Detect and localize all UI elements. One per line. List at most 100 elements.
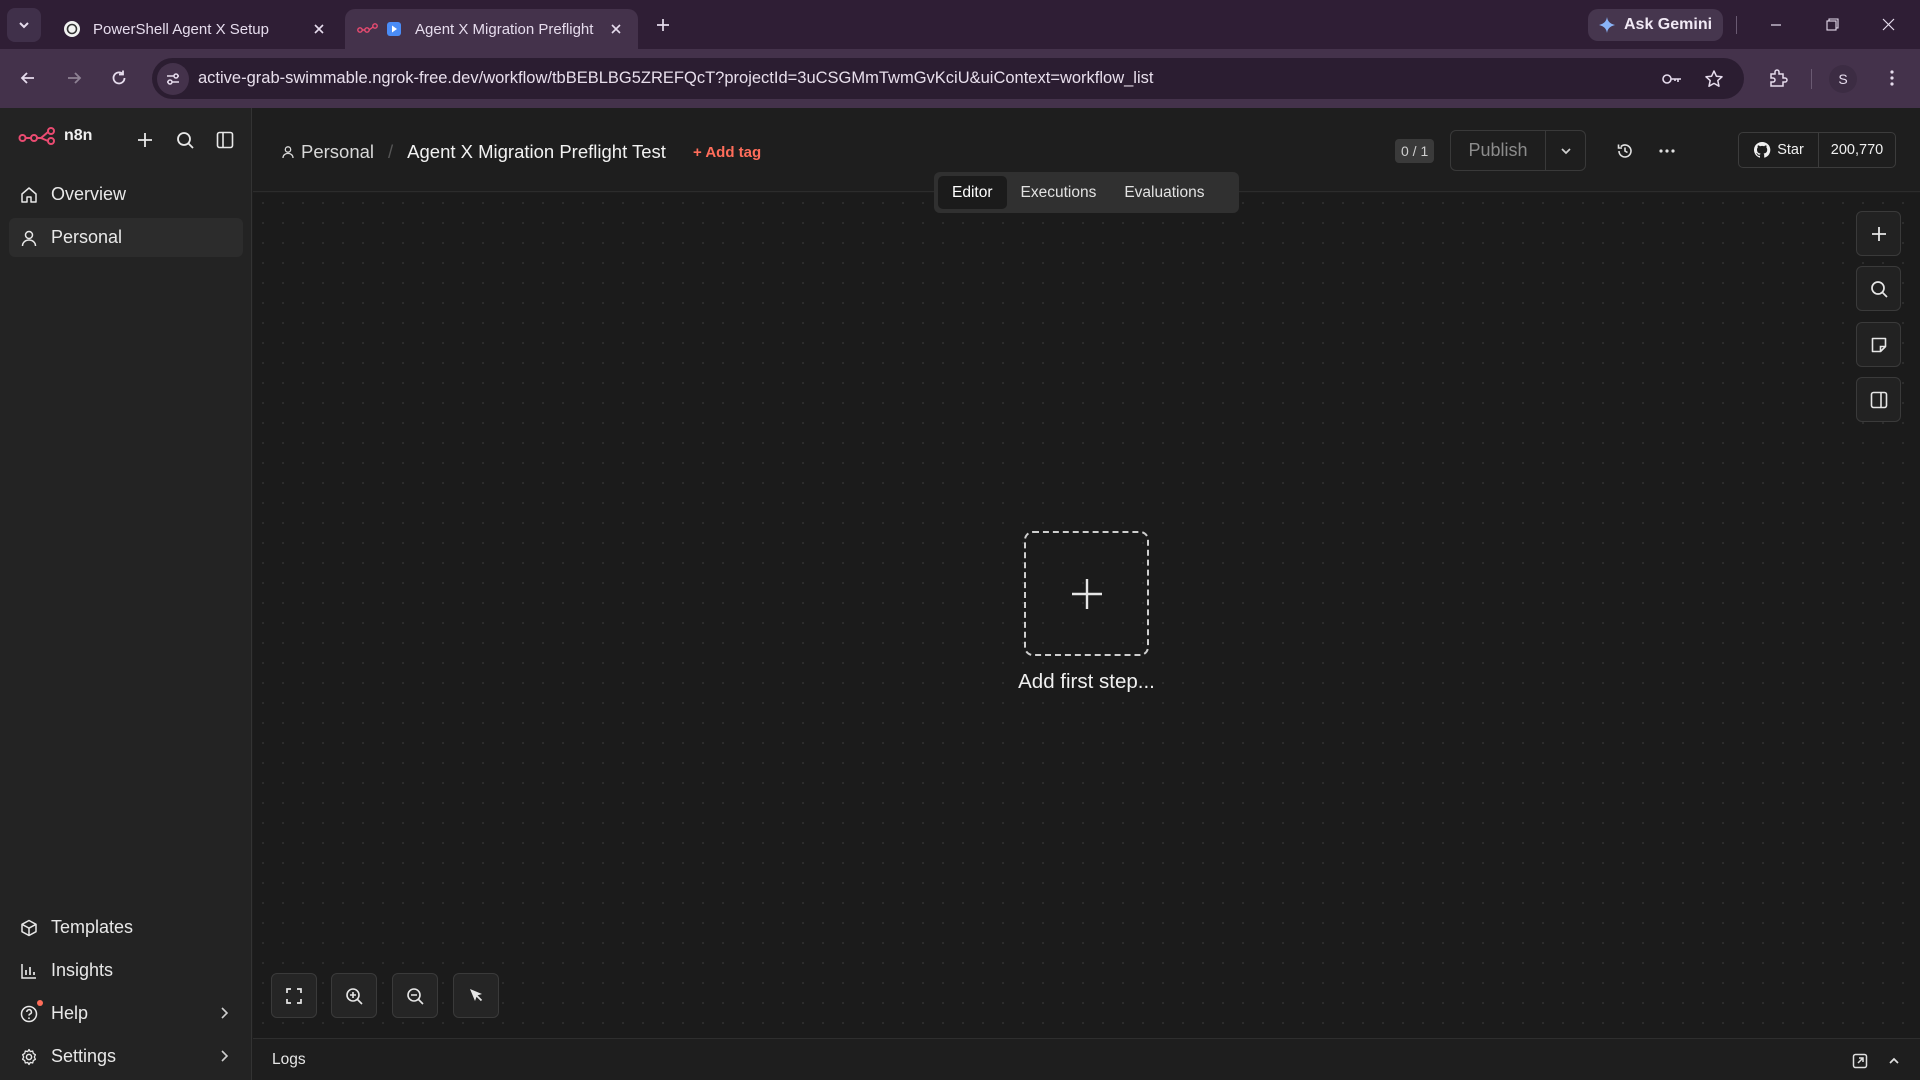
- tab-evaluations[interactable]: Evaluations: [1110, 176, 1218, 209]
- restore-icon: [1825, 18, 1839, 31]
- view-tab-switch: Editor Executions Evaluations: [934, 172, 1239, 213]
- open-nodes-panel-button[interactable]: [1856, 211, 1901, 256]
- sidebar-item-personal[interactable]: Personal: [9, 218, 243, 257]
- chevron-down-icon: [19, 21, 29, 28]
- search-icon: [177, 132, 194, 149]
- user-icon: [282, 146, 294, 159]
- url-text[interactable]: active-grab-swimmable.ngrok-free.dev/wor…: [198, 69, 1548, 88]
- profile-avatar[interactable]: S: [1829, 65, 1857, 93]
- tab-title: Agent X Migration Preflight: [415, 20, 594, 38]
- zoom-out-button[interactable]: [392, 973, 438, 1018]
- close-icon[interactable]: [606, 19, 626, 39]
- add-tag-button[interactable]: + Add tag: [693, 144, 761, 161]
- tab-editor[interactable]: Editor: [938, 176, 1007, 209]
- divider: [1736, 16, 1737, 34]
- minimize-icon: [1771, 23, 1781, 26]
- logs-panel-bar[interactable]: Logs: [253, 1038, 1920, 1080]
- bookmark-star-icon[interactable]: [1702, 67, 1726, 91]
- sidebar-toggle-icon: [216, 131, 234, 149]
- arrow-left-icon: [20, 72, 34, 84]
- ask-gemini-label: Ask Gemini: [1624, 16, 1713, 33]
- openai-icon: [63, 20, 81, 38]
- add-first-step-label[interactable]: Add first step...: [965, 670, 1208, 694]
- tab-search-button[interactable]: [7, 7, 41, 42]
- plus-icon: [138, 133, 152, 147]
- home-icon: [19, 185, 39, 205]
- search-nodes-button[interactable]: [1856, 266, 1901, 311]
- gear-icon: [19, 1047, 39, 1067]
- chevron-up-icon: [1889, 1057, 1899, 1064]
- site-info-button[interactable]: [157, 62, 189, 95]
- minimize-button[interactable]: [1748, 0, 1804, 49]
- sidebar-item-label: Help: [51, 1003, 89, 1023]
- collapse-sidebar-button[interactable]: [211, 126, 239, 154]
- close-icon[interactable]: [309, 19, 329, 39]
- toggle-side-panel-button[interactable]: [1856, 377, 1901, 422]
- browser-tab-agent-x[interactable]: Agent X Migration Preflight: [345, 9, 638, 49]
- publish-button-group: Publish: [1450, 130, 1586, 171]
- create-button[interactable]: [131, 126, 159, 154]
- reload-button[interactable]: [101, 60, 137, 96]
- sidebar-item-overview[interactable]: Overview: [9, 175, 243, 214]
- sidebar-item-help[interactable]: Help: [9, 994, 243, 1033]
- new-tab-button[interactable]: [648, 10, 678, 40]
- publish-dropdown-button[interactable]: [1545, 131, 1585, 170]
- extensions-button[interactable]: [1760, 60, 1796, 96]
- sidebar-item-label: Overview: [51, 184, 127, 204]
- panel-right-icon: [1870, 391, 1887, 408]
- search-button[interactable]: [171, 126, 199, 154]
- breadcrumb: Personal / Agent X Migration Preflight T…: [281, 141, 761, 163]
- sidebar-item-label: Personal: [51, 227, 123, 247]
- chevron-right-icon: [221, 1007, 229, 1019]
- reload-icon: [112, 70, 126, 85]
- breadcrumb-project[interactable]: Personal: [301, 141, 374, 163]
- zoom-in-icon: [346, 987, 363, 1005]
- address-bar[interactable]: active-grab-swimmable.ngrok-free.dev/wor…: [152, 58, 1744, 99]
- browser-toolbar: active-grab-swimmable.ngrok-free.dev/wor…: [0, 49, 1920, 108]
- browser-menu-button[interactable]: [1874, 60, 1910, 96]
- plus-icon: [1871, 226, 1886, 241]
- n8n-logo-icon: [357, 20, 379, 38]
- brand[interactable]: n8n: [18, 126, 92, 146]
- browser-tab-powershell[interactable]: PowerShell Agent X Setup: [51, 9, 341, 49]
- close-icon: [1882, 18, 1894, 31]
- ask-gemini-button[interactable]: Ask Gemini: [1588, 9, 1723, 41]
- add-first-step-button[interactable]: [1024, 531, 1149, 656]
- recording-icon: [385, 20, 403, 38]
- browser-tab-bar: PowerShell Agent X Setup Agent X Migrati…: [0, 0, 1920, 49]
- tidy-up-button[interactable]: [453, 973, 499, 1018]
- restore-button[interactable]: [1804, 0, 1860, 49]
- sidebar-item-settings[interactable]: Settings: [9, 1037, 243, 1076]
- zoom-to-fit-button[interactable]: [271, 973, 317, 1018]
- plus-icon: [657, 18, 669, 31]
- back-button[interactable]: [10, 60, 46, 96]
- sidebar-item-templates[interactable]: Templates: [9, 908, 243, 947]
- forward-button[interactable]: [56, 60, 92, 96]
- sticky-note-icon: [1871, 337, 1886, 352]
- sparkle-icon: [1599, 17, 1615, 33]
- sidebar-item-insights[interactable]: Insights: [9, 951, 243, 990]
- chevron-down-icon: [1560, 147, 1571, 154]
- version-history-button[interactable]: [1611, 137, 1639, 165]
- bar-chart-icon: [19, 961, 39, 981]
- expand-logs-button[interactable]: [1884, 1051, 1904, 1071]
- workflow-name[interactable]: Agent X Migration Preflight Test: [407, 141, 666, 163]
- github-star-count[interactable]: 200,770: [1819, 142, 1895, 158]
- pop-out-logs-button[interactable]: [1850, 1051, 1870, 1071]
- brand-name: n8n: [64, 127, 93, 144]
- arrow-right-icon: [68, 72, 82, 84]
- sidebar-item-label: Settings: [51, 1046, 117, 1066]
- fit-view-icon: [286, 987, 302, 1004]
- github-star-widget[interactable]: Star 200,770: [1738, 132, 1896, 168]
- tab-executions[interactable]: Executions: [1007, 176, 1111, 209]
- more-options-button[interactable]: [1653, 137, 1681, 165]
- window-close-button[interactable]: [1860, 0, 1916, 49]
- publish-button[interactable]: Publish: [1451, 140, 1545, 161]
- zoom-in-button[interactable]: [331, 973, 377, 1018]
- magic-wand-icon: [470, 988, 483, 1001]
- password-key-icon[interactable]: [1660, 67, 1684, 91]
- github-star-button[interactable]: Star: [1739, 133, 1819, 167]
- box-icon: [19, 918, 39, 938]
- add-sticky-note-button[interactable]: [1856, 322, 1901, 367]
- breadcrumb-separator: /: [388, 141, 394, 162]
